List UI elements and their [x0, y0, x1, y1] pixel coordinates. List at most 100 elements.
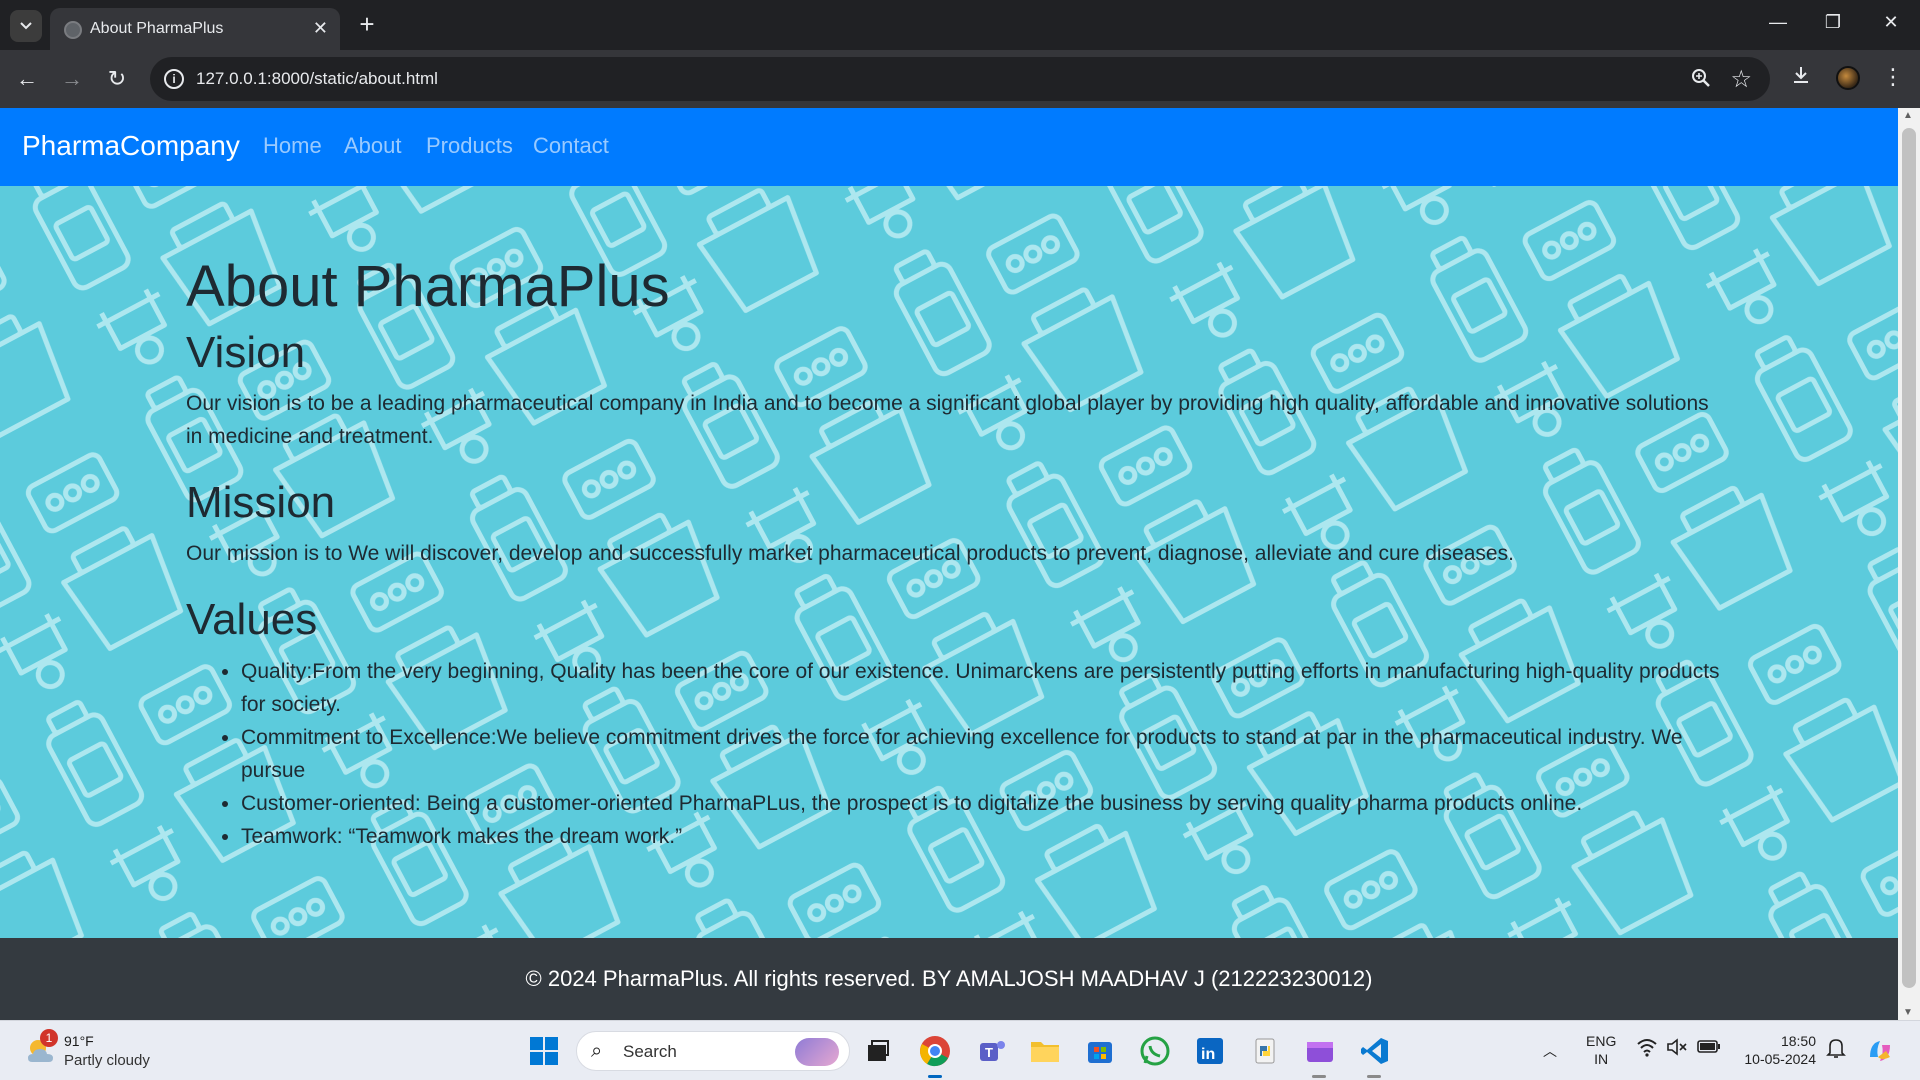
task-view-icon — [868, 1040, 889, 1061]
vision-text: Our vision is to be a leading pharmaceut… — [186, 392, 1709, 449]
page-scrollbar[interactable]: ▲ ▼ — [1898, 108, 1920, 1020]
taskbar-app-vscode[interactable] — [1357, 1033, 1393, 1069]
wifi-icon[interactable] — [1636, 1037, 1658, 1060]
browser-toolbar: ← → ↻ i 127.0.0.1:8000/static/about.html… — [0, 50, 1920, 108]
language-code: ENG — [1586, 1033, 1617, 1049]
nav-link-products[interactable]: Products — [426, 133, 513, 159]
running-app-indicator — [1312, 1075, 1326, 1078]
list-item: Quality:From the very beginning, Quality… — [241, 655, 1726, 721]
list-item: Commitment to Excellence:We believe comm… — [241, 721, 1726, 787]
scroll-up-icon[interactable]: ▲ — [1903, 110, 1913, 121]
profile-avatar[interactable] — [1836, 66, 1860, 90]
arrow-right-icon: → — [61, 66, 83, 91]
browser-tab-active[interactable]: About PharmaPlus ✕ — [50, 8, 340, 50]
restore-button[interactable]: ❐ — [1818, 12, 1848, 33]
new-tab-button[interactable]: + — [352, 10, 382, 40]
weather-notification-badge: 1 — [40, 1029, 58, 1047]
site-info-icon[interactable]: i — [164, 69, 184, 89]
show-hidden-icons-button[interactable]: ︿ — [1543, 1041, 1557, 1061]
zoom-icon[interactable] — [1690, 67, 1712, 95]
scroll-down-icon[interactable]: ▼ — [1903, 1007, 1913, 1018]
more-vertical-icon: ⋮ — [1882, 64, 1904, 89]
weather-description[interactable]: Partly cloudy — [64, 1052, 150, 1069]
teams-icon: T — [980, 1041, 1005, 1061]
windows-taskbar: 1 91°F Partly cloudy ⌕ Search T in ︿ ENG… — [0, 1020, 1920, 1080]
menu-button[interactable]: ⋮ — [1878, 64, 1908, 90]
clock-time: 18:50 — [1780, 1033, 1816, 1049]
arrow-left-icon: ← — [16, 66, 38, 91]
speaker-muted-icon[interactable] — [1666, 1036, 1688, 1061]
windows-logo-icon — [530, 1037, 558, 1065]
about-section: About PharmaPlus Vision Our vision is to… — [0, 186, 1898, 938]
close-window-button[interactable]: ✕ — [1876, 12, 1906, 33]
list-item: Teamwork: “Teamwork makes the dream work… — [241, 820, 1726, 853]
footer-text: © 2024 PharmaPlus. All rights reserved. … — [525, 966, 1373, 991]
folder-icon — [1031, 1042, 1059, 1062]
mission-heading: Mission — [186, 478, 336, 528]
bookmark-star-icon[interactable]: ☆ — [1730, 65, 1752, 94]
mission-text: Our mission is to We will discover, deve… — [186, 542, 1514, 566]
globe-icon — [64, 21, 82, 39]
nav-link-contact[interactable]: Contact — [533, 133, 609, 159]
url-text[interactable]: 127.0.0.1:8000/static/about.html — [196, 69, 438, 89]
weather-temperature[interactable]: 91°F — [64, 1033, 94, 1049]
running-app-indicator — [1367, 1075, 1381, 1078]
minimize-button[interactable]: — — [1763, 12, 1793, 33]
svg-text:T: T — [985, 1045, 993, 1060]
vision-heading: Vision — [186, 327, 306, 377]
tab-close-button[interactable]: ✕ — [313, 18, 328, 39]
tab-title: About PharmaPlus — [90, 20, 224, 37]
reload-icon: ↻ — [107, 66, 127, 91]
store-icon — [1088, 1042, 1112, 1063]
back-button[interactable]: ← — [12, 64, 42, 94]
taskbar-app-linkedin[interactable]: in — [1192, 1033, 1228, 1069]
notification-bell-icon[interactable] — [1826, 1037, 1846, 1062]
taskbar-app-chrome[interactable] — [917, 1033, 953, 1069]
language-indicator[interactable]: ENG IN — [1586, 1032, 1616, 1068]
taskbar-app-python[interactable] — [1247, 1033, 1283, 1069]
taskbar-app-file-explorer[interactable] — [1027, 1033, 1063, 1069]
taskbar-app-teams[interactable]: T — [974, 1033, 1010, 1069]
python-icon — [1255, 1038, 1275, 1064]
navbar-brand[interactable]: PharmaCompany — [22, 130, 240, 162]
vscode-icon — [1361, 1038, 1388, 1064]
nav-link-about[interactable]: About — [344, 133, 402, 159]
nav-link-home[interactable]: Home — [263, 133, 322, 159]
forward-button[interactable]: → — [57, 64, 87, 94]
site-footer: © 2024 PharmaPlus. All rights reserved. … — [0, 938, 1898, 1020]
svg-text:in: in — [1201, 1046, 1215, 1063]
download-icon — [1794, 67, 1808, 83]
list-item: Customer-oriented: Being a customer-orie… — [241, 787, 1726, 820]
address-bar[interactable]: i 127.0.0.1:8000/static/about.html ☆ — [150, 57, 1770, 101]
download-button[interactable] — [1786, 64, 1816, 92]
system-clock[interactable]: 18:50 10-05-2024 — [1736, 1032, 1816, 1068]
values-heading: Values — [186, 595, 318, 645]
battery-icon[interactable] — [1697, 1037, 1721, 1058]
linkedin-icon: in — [1197, 1038, 1223, 1064]
taskbar-search-label: Search — [623, 1042, 677, 1061]
tab-search-button[interactable] — [10, 10, 42, 42]
site-navbar: PharmaCompany Home About Products Contac… — [0, 108, 1898, 186]
taskbar-search[interactable]: ⌕ Search — [576, 1031, 850, 1071]
page-viewport: PharmaCompany Home About Products Contac… — [0, 108, 1920, 1020]
taskbar-app-task-view[interactable] — [860, 1033, 896, 1069]
taskbar-app-clipchamp[interactable] — [1302, 1033, 1338, 1069]
chrome-icon — [920, 1036, 950, 1067]
copilot-button[interactable] — [1862, 1033, 1898, 1069]
chevron-up-icon: ︿ — [1543, 1043, 1557, 1059]
start-button[interactable] — [526, 1033, 562, 1069]
browser-tab-bar: About PharmaPlus ✕ + — ❐ ✕ — [0, 0, 1920, 50]
search-icon: ⌕ — [591, 1040, 603, 1062]
search-highlight-icon — [795, 1038, 839, 1066]
copilot-icon — [1870, 1041, 1890, 1061]
reload-button[interactable]: ↻ — [102, 64, 132, 94]
values-list: Quality:From the very beginning, Quality… — [241, 655, 1726, 853]
region-code: IN — [1594, 1051, 1609, 1067]
taskbar-app-whatsapp[interactable] — [1137, 1033, 1173, 1069]
whatsapp-icon — [1140, 1036, 1170, 1066]
chevron-down-icon — [20, 22, 32, 30]
taskbar-app-store[interactable] — [1082, 1033, 1118, 1069]
scrollbar-thumb[interactable] — [1902, 128, 1916, 988]
clipchamp-icon — [1307, 1042, 1333, 1062]
page-title: About PharmaPlus — [186, 254, 670, 319]
